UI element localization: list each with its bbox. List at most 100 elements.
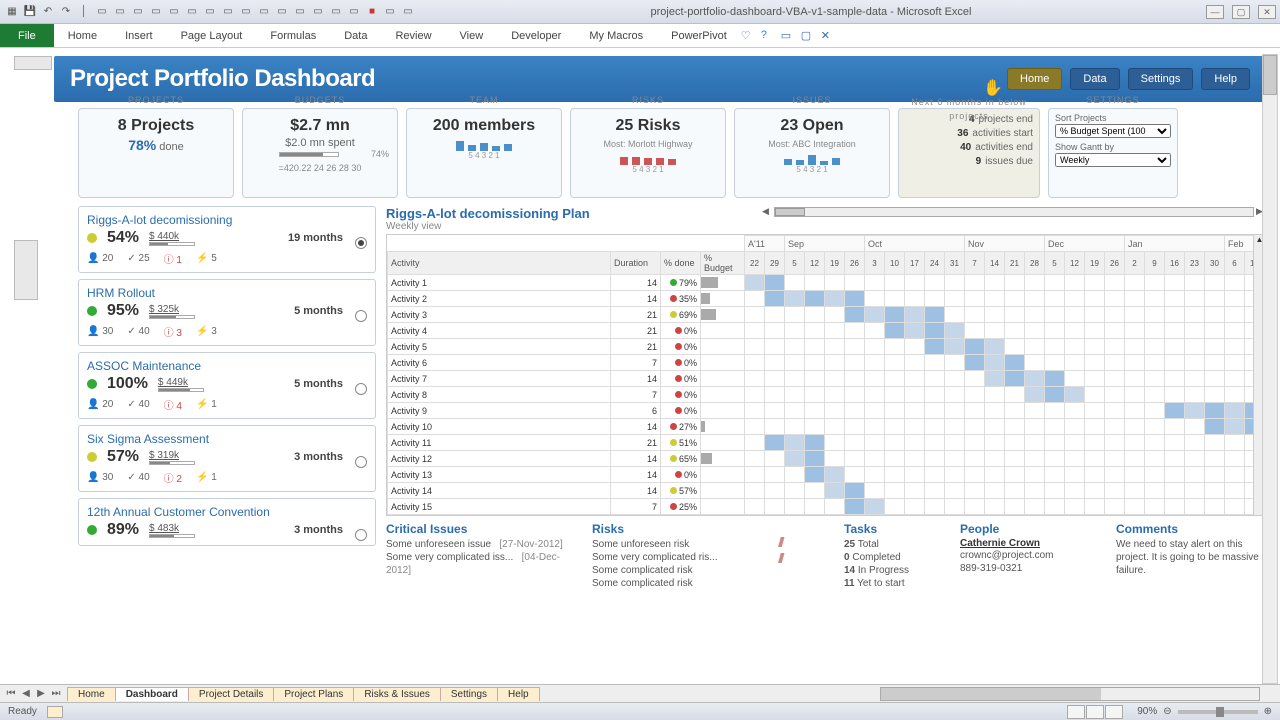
qat-btn[interactable]: ▭ [346, 4, 362, 20]
qat-btn[interactable]: ▭ [184, 4, 200, 20]
kpi-projects[interactable]: PROJECTS 8 Projects 78% done [78, 108, 234, 198]
scroll-left-icon[interactable]: ◀ [762, 206, 772, 217]
header-btn-data[interactable]: Data [1070, 68, 1119, 90]
info-icon: ⓘ 1 [164, 251, 182, 266]
next-sheet-icon[interactable]: ▶ [34, 688, 48, 699]
save-icon[interactable]: 💾 [22, 4, 38, 20]
qat-sep: │ [76, 4, 92, 20]
zoom-in-icon[interactable]: ⊕ [1264, 706, 1272, 717]
zoom-slider[interactable] [1178, 710, 1258, 714]
qat-btn[interactable]: ▭ [112, 4, 128, 20]
qat-btn[interactable]: ▭ [328, 4, 344, 20]
qat-btn[interactable]: ▭ [400, 4, 416, 20]
qat-btn[interactable]: ▭ [310, 4, 326, 20]
macro-record-icon[interactable] [47, 706, 63, 718]
qat-btn[interactable]: ▭ [256, 4, 272, 20]
ribbon-tab[interactable]: Formulas [256, 24, 330, 47]
redo-icon[interactable]: ↷ [58, 4, 74, 20]
header-btn-home[interactable]: Home [1007, 68, 1062, 90]
header-btn-help[interactable]: Help [1201, 68, 1250, 90]
qat-btn[interactable]: ▭ [220, 4, 236, 20]
task-row: 14 In Progress [844, 564, 944, 577]
page-break-icon[interactable] [1105, 705, 1123, 719]
kpi-risks[interactable]: RISKS 25 Risks Most: Morlott Highway 5 4… [570, 108, 726, 198]
ribbon-tab[interactable]: View [446, 24, 498, 47]
header-btn-settings[interactable]: Settings [1128, 68, 1194, 90]
project-card[interactable]: 12th Annual Customer Convention89%$ 483k… [78, 498, 376, 546]
last-sheet-icon[interactable]: ⏭ [49, 688, 63, 699]
project-select-radio[interactable] [355, 529, 367, 541]
min-ribbon-icon[interactable]: ▭ [781, 29, 795, 43]
project-select-radio[interactable] [355, 456, 367, 468]
help-icon[interactable]: ? [761, 29, 775, 43]
column-header-gutter[interactable] [14, 56, 52, 70]
qat-btn[interactable]: ▭ [238, 4, 254, 20]
project-card[interactable]: Riggs-A-lot decomissioning54%$ 440k19 mo… [78, 206, 376, 273]
flag-icon: ⚡ 5 [196, 251, 217, 266]
timeline-scroll[interactable]: ◀ ▶ [762, 206, 1266, 217]
kpi-team[interactable]: TEAM 200 members 5 4 3 2 1 [406, 108, 562, 198]
project-select-radio[interactable] [355, 310, 367, 322]
project-card[interactable]: HRM Rollout95%$ 325k5 months👤 30✓ 40ⓘ 3⚡… [78, 279, 376, 346]
ribbon-tab[interactable]: Page Layout [167, 24, 257, 47]
qat-btn[interactable]: ▭ [382, 4, 398, 20]
maximize-icon[interactable]: ▢ [1232, 5, 1250, 19]
ribbon-tab[interactable]: Developer [497, 24, 575, 47]
qat-btn[interactable]: ▭ [148, 4, 164, 20]
project-name: ASSOC Maintenance [87, 359, 343, 373]
close-workbook-icon[interactable]: ✕ [821, 29, 835, 43]
info-icon: ⓘ 3 [164, 324, 182, 339]
sheet-tab[interactable]: Project Details [188, 687, 274, 701]
zoom-out-icon[interactable]: ⊖ [1163, 706, 1171, 717]
page-layout-icon[interactable] [1086, 705, 1104, 719]
ribbon-tab[interactable]: My Macros [575, 24, 657, 47]
close-icon[interactable]: ✕ [1258, 5, 1276, 19]
project-select-radio[interactable] [355, 237, 367, 249]
restore-icon[interactable]: ▢ [801, 29, 815, 43]
ribbon-tab[interactable]: PowerPivot [657, 24, 741, 47]
project-card[interactable]: Six Sigma Assessment57%$ 319k3 months👤 3… [78, 425, 376, 492]
zoom-level[interactable]: 90% [1137, 706, 1157, 717]
task-row: 11 Yet to start [844, 577, 944, 590]
prev-sheet-icon[interactable]: ◀ [19, 688, 33, 699]
first-sheet-icon[interactable]: ⏮ [4, 688, 18, 699]
sort-projects-select[interactable]: % Budget Spent (100 [1055, 124, 1171, 138]
people-icon: 👤 20 [87, 397, 113, 412]
qat-btn[interactable]: ▭ [292, 4, 308, 20]
sheet-tab[interactable]: Project Plans [273, 687, 354, 701]
qat-btn[interactable]: ▭ [94, 4, 110, 20]
sheet-tab[interactable]: Dashboard [115, 687, 189, 701]
qat-btn[interactable]: ▭ [130, 4, 146, 20]
ribbon-tab[interactable]: Data [330, 24, 381, 47]
qat-btn[interactable]: ▭ [274, 4, 290, 20]
sheet-tab[interactable]: Risks & Issues [353, 687, 441, 701]
heart-icon[interactable]: ♡ [741, 29, 755, 43]
undo-icon[interactable]: ↶ [40, 4, 56, 20]
project-select-radio[interactable] [355, 383, 367, 395]
kpi-issues[interactable]: ISSUES 23 Open Most: ABC Integration 5 4… [734, 108, 890, 198]
sheet-tab[interactable]: Settings [440, 687, 498, 701]
gantt-row: Activity 101427% [388, 419, 1265, 435]
ribbon-tab[interactable]: Review [381, 24, 445, 47]
sheet-tab[interactable]: Home [67, 687, 116, 701]
worksheet-vscroll[interactable] [1262, 54, 1278, 684]
qat-btn[interactable]: ▭ [166, 4, 182, 20]
qat-btn[interactable]: ▭ [202, 4, 218, 20]
project-card[interactable]: ASSOC Maintenance100%$ 449k5 months👤 20✓… [78, 352, 376, 419]
gantt-row: Activity 960% [388, 403, 1265, 419]
titlebar: ▦ 💾 ↶ ↷ │ ▭ ▭ ▭ ▭ ▭ ▭ ▭ ▭ ▭ ▭ ▭ ▭ ▭ ▭ ▭ … [0, 0, 1280, 24]
qat-btn[interactable]: ■ [364, 4, 380, 20]
worksheet-hscroll[interactable] [880, 687, 1260, 701]
kpi-row: PROJECTS 8 Projects 78% done BUDGETS $2.… [78, 108, 1266, 198]
kpi-next-months: Next 6 months in below projects 4project… [898, 108, 1040, 198]
sheet-tab[interactable]: Help [497, 687, 540, 701]
ribbon-tab[interactable]: Home [54, 24, 111, 47]
normal-view-icon[interactable] [1067, 705, 1085, 719]
row-header-gutter[interactable] [14, 240, 38, 300]
ribbon-tab[interactable]: Insert [111, 24, 167, 47]
file-tab[interactable]: File [0, 24, 54, 47]
gantt-by-select[interactable]: Weekly [1055, 153, 1171, 167]
minimize-icon[interactable]: — [1206, 5, 1224, 19]
kpi-budgets[interactable]: BUDGETS $2.7 mn $2.0 mn spent 74% =420.2… [242, 108, 398, 198]
project-pct: 100% [107, 375, 148, 393]
